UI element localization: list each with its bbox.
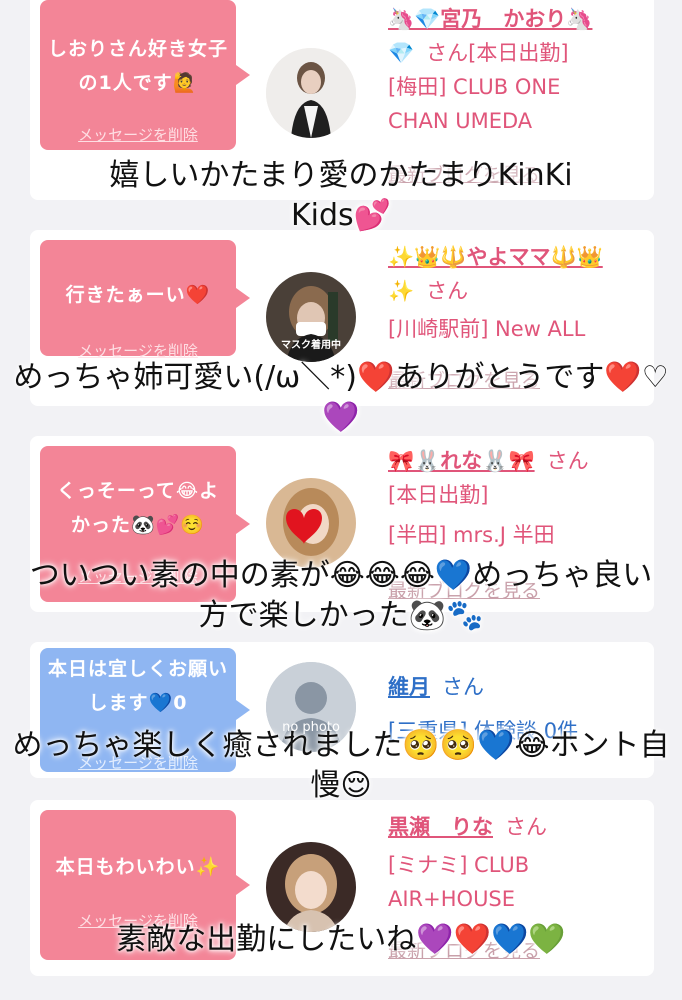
cast-name-link[interactable]: 🎀🐰れな🐰🎀: [388, 449, 535, 473]
cast-name-link[interactable]: 🦄💎宮乃 かおり🦄: [388, 7, 592, 31]
overlay-caption: めっちゃ楽しく癒されました🥺🥺💙😂ホント自慢😌: [12, 728, 670, 803]
status-label: [本日出勤]: [388, 483, 489, 507]
message-bubble: しおりさん好き女子の1人です🙋 メッセージを削除: [40, 0, 250, 150]
avatar[interactable]: [266, 478, 356, 568]
cast-info: 🦄💎宮乃 かおり🦄 💎 さん[本日出勤] [梅田] CLUB ONE CHAN U…: [388, 2, 650, 138]
honorific: さん: [426, 279, 469, 303]
message-text: くっそーって😂よかった🐼💕☺️: [56, 480, 220, 536]
cast-name-link[interactable]: ✨👑🔱やよママ🔱👑: [388, 245, 603, 269]
overlay-caption: めっちゃ姉可愛い(/ω＼*)❤️ありがとうです❤️♡💜: [13, 360, 669, 435]
shop-name-cont: CHAN UMEDA: [388, 109, 533, 133]
shop-name: [梅田] CLUB ONE: [388, 75, 561, 99]
cast-info: ✨👑🔱やよママ🔱👑 ✨ さん [川崎駅前] New ALL: [388, 240, 650, 346]
cast-name-link[interactable]: 黒瀬 りな: [388, 815, 493, 839]
cast-name-link[interactable]: 維月: [388, 675, 430, 699]
overlay-caption: ついつい素の中の素が😂😂😂💙めっちゃ良い方で楽しかった🐼🐾: [29, 558, 653, 633]
message-text: しおりさん好き女子の1人です🙋: [48, 38, 229, 94]
avatar-photo: [266, 48, 356, 138]
shop-name: [ミナミ] CLUB: [388, 853, 530, 877]
shop-name-cont: AIR+HOUSE: [388, 887, 516, 911]
honorific: さん: [426, 41, 469, 65]
honorific: さん: [546, 449, 589, 473]
cast-info: 黒瀬 りな さん [ミナミ] CLUB AIR+HOUSE: [388, 810, 650, 916]
shop-name: [川崎駅前] New ALL: [388, 317, 586, 341]
avatar-photo: [266, 478, 356, 568]
message-text: 本日もわいわい✨: [55, 856, 221, 878]
delete-message-link[interactable]: メッセージを削除: [40, 124, 236, 145]
overlay-caption: 素敵な出勤にしたいね💜❤️💙💚: [116, 922, 566, 957]
avatar[interactable]: [266, 842, 356, 932]
status-label: [本日出勤]: [468, 41, 569, 65]
cast-name-suffix: 💎: [388, 41, 415, 65]
cast-name-suffix: ✨: [388, 279, 415, 303]
avatar[interactable]: [266, 48, 356, 138]
avatar[interactable]: マスク着用中: [266, 272, 356, 362]
message-bubble: 行きたぁーい❤️ メッセージを削除: [40, 240, 250, 360]
cast-info: 🎀🐰れな🐰🎀 さん [本日出勤] [半田] mrs.J 半田: [388, 444, 650, 552]
shop-name: [半田] mrs.J 半田: [388, 523, 555, 547]
message-text: 行きたぁーい❤️: [65, 284, 211, 306]
avatar-caption: マスク着用中: [281, 340, 341, 351]
avatar-photo: [266, 842, 356, 932]
message-text: 本日は宜しくお願いします💙0: [48, 658, 229, 714]
honorific: さん: [442, 675, 484, 699]
overlay-caption: 嬉しいかたまり愛のかたまりKinKi Kids💕: [109, 158, 573, 233]
honorific: さん: [505, 815, 547, 839]
